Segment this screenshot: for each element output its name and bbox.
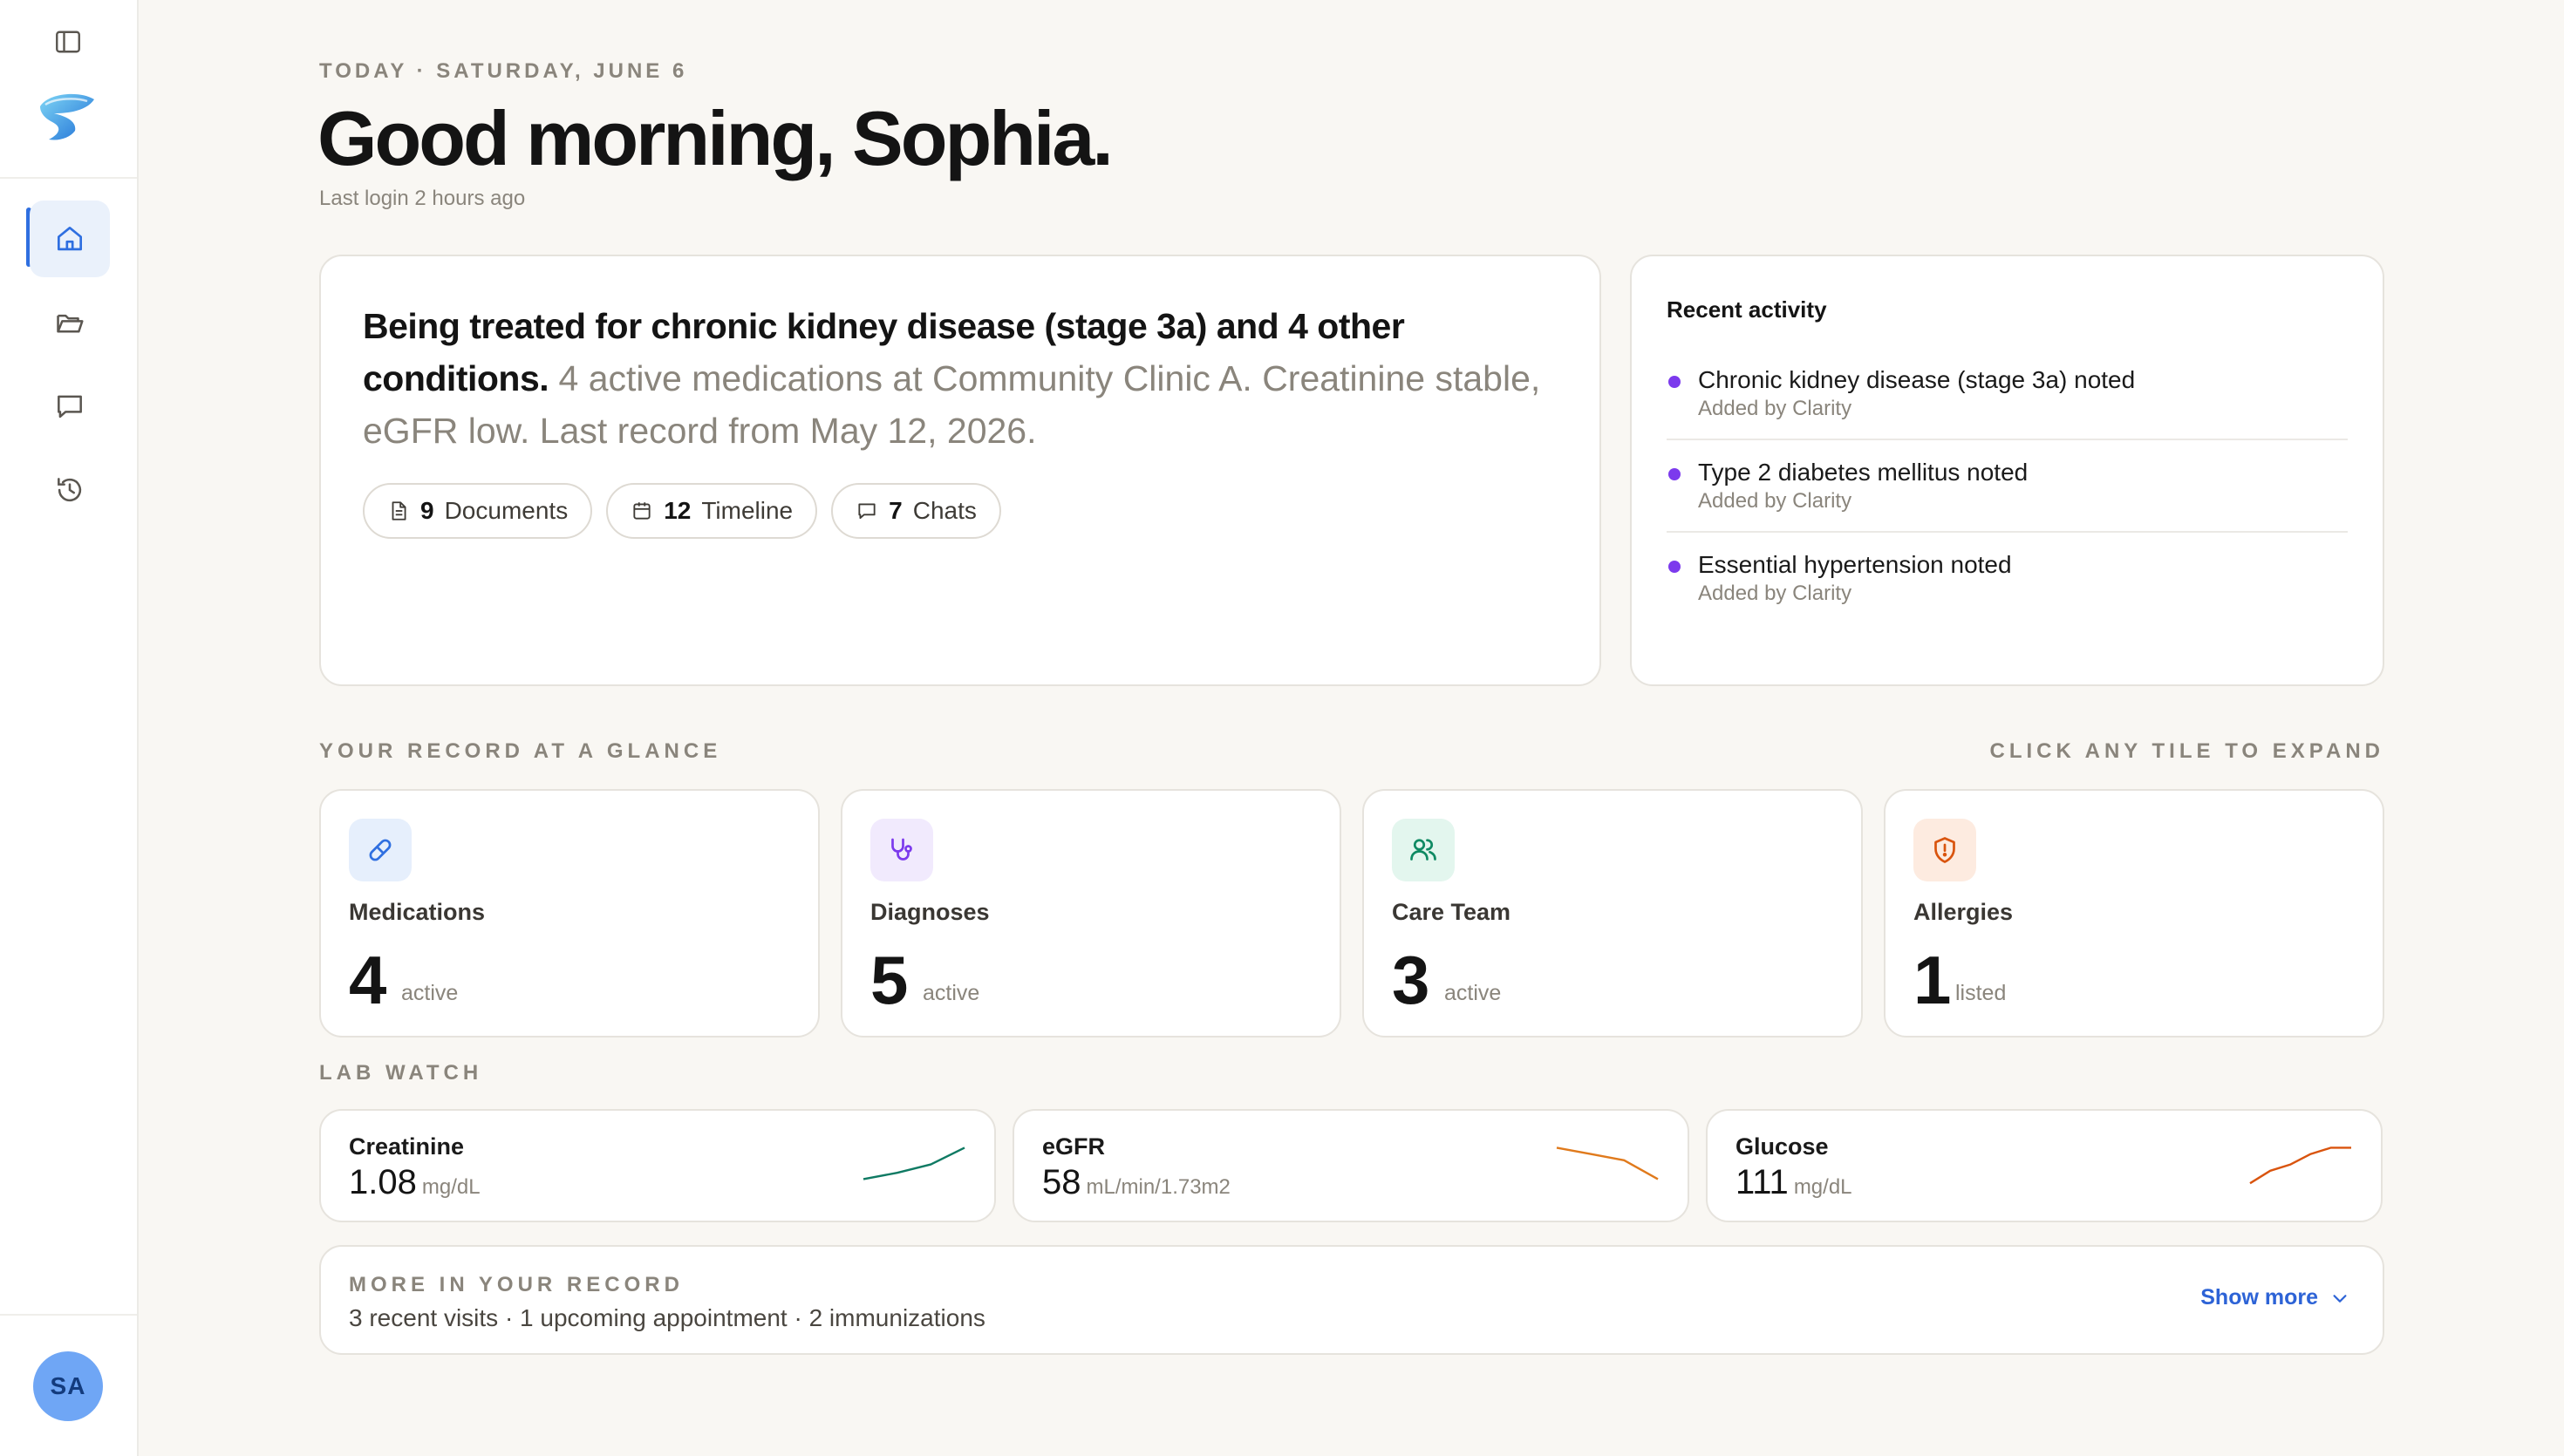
lab-value-number: 58: [1042, 1163, 1081, 1201]
tile-name: Diagnoses: [870, 899, 990, 925]
activity-item[interactable]: Type 2 diabetes mellitus noted Added by …: [1667, 440, 2348, 533]
tile-unit: listed: [1955, 981, 2007, 1005]
tile-allergies[interactable]: Allergies 1 listed: [1884, 789, 2384, 1038]
folder-icon: [57, 314, 84, 333]
tile-unit: active: [923, 981, 980, 1005]
lab-unit: mg/dL: [1793, 1175, 1852, 1199]
documents-label: Documents: [444, 497, 569, 524]
timeline-count: 12: [664, 497, 692, 524]
summary-card: Being treated for chronic kidney disease…: [319, 255, 1601, 686]
activity-title: Chronic kidney disease (stage 3a) noted: [1698, 366, 2136, 393]
summary-pills: 9 Documents 12 Timeline 7 Chats: [363, 483, 1001, 539]
lab-creatinine[interactable]: Creatinine 1.08 mg/dL: [319, 1109, 996, 1222]
trend-sparkline: [2249, 1146, 2351, 1185]
more-section-label: MORE IN YOUR RECORD: [349, 1273, 684, 1296]
lab-watch-label: LAB WATCH: [319, 1061, 483, 1085]
lab-unit: mL/min/1.73m2: [1086, 1175, 1231, 1199]
glance-hint: CLICK ANY TILE TO EXPAND: [1989, 739, 2384, 763]
chat-icon: [858, 503, 876, 520]
lab-name: Glucose: [1735, 1133, 1829, 1160]
trend-sparkline: [1556, 1146, 1659, 1180]
chats-label: Chats: [912, 497, 977, 524]
app-logo[interactable]: [37, 87, 98, 145]
glance-section-label: YOUR RECORD AT A GLANCE: [319, 739, 722, 763]
recent-activity-card: Recent activity Chronic kidney disease (…: [1630, 255, 2384, 686]
nav-history[interactable]: [30, 452, 110, 528]
tile-count: 3: [1392, 942, 1430, 1018]
sidebar-divider-bottom: [0, 1314, 137, 1316]
activity-item[interactable]: Essential hypertension noted Added by Cl…: [1667, 533, 2348, 623]
lab-value: 1.08 mg/dL: [349, 1163, 481, 1202]
activity-item[interactable]: Chronic kidney disease (stage 3a) noted …: [1667, 348, 2348, 440]
activity-source: Added by Clarity: [1698, 489, 1852, 513]
lab-egfr[interactable]: eGFR 58 mL/min/1.73m2: [1013, 1109, 1689, 1222]
activity-dot: [1668, 561, 1681, 573]
activity-source: Added by Clarity: [1698, 397, 1852, 420]
tile-unit: active: [401, 981, 459, 1005]
recent-activity-title: Recent activity: [1667, 296, 1827, 323]
stethoscope-icon: [870, 819, 933, 881]
nav-documents[interactable]: [30, 284, 110, 361]
lab-name: eGFR: [1042, 1133, 1106, 1160]
tile-unit: active: [1444, 981, 1502, 1005]
sparkline-path: [2249, 1146, 2351, 1185]
sidebar: SA: [0, 0, 139, 1456]
show-more-button[interactable]: Show more: [2200, 1285, 2349, 1310]
sidebar-divider: [0, 177, 137, 179]
shield-alert-icon: [1913, 819, 1976, 881]
avatar[interactable]: SA: [33, 1351, 103, 1421]
timeline-pill[interactable]: 12 Timeline: [606, 483, 818, 539]
chats-pill[interactable]: 7 Chats: [831, 483, 1001, 539]
lab-unit: mg/dL: [421, 1175, 481, 1199]
home-icon: [57, 226, 83, 251]
sparkline-path: [863, 1146, 965, 1180]
nav-chats[interactable]: [30, 368, 110, 445]
tile-count: 4: [349, 942, 387, 1018]
lab-value-number: 111: [1735, 1163, 1789, 1201]
documents-pill[interactable]: 9 Documents: [363, 483, 593, 539]
chat-icon: [58, 395, 82, 418]
sparkline-path: [1556, 1146, 1659, 1180]
activity-dot: [1668, 376, 1681, 388]
show-more-label: Show more: [2200, 1285, 2318, 1310]
activity-title: Type 2 diabetes mellitus noted: [1698, 459, 2029, 486]
tile-name: Medications: [349, 899, 486, 925]
tile-name: Allergies: [1913, 899, 2014, 925]
timeline-label: Timeline: [701, 497, 794, 524]
more-in-record-card: MORE IN YOUR RECORD 3 recent visits · 1 …: [319, 1245, 2384, 1355]
last-login-text: Last login 2 hours ago: [319, 187, 526, 210]
tile-diagnoses[interactable]: Diagnoses 5 active: [841, 789, 1341, 1038]
chevron-down-icon: [2333, 1294, 2347, 1303]
activity-dot: [1668, 468, 1681, 480]
chats-count: 7: [889, 497, 903, 524]
tile-name: Care Team: [1392, 899, 1511, 925]
lab-value-number: 1.08: [349, 1163, 417, 1201]
tile-count: 1: [1913, 942, 1952, 1018]
users-icon: [1392, 819, 1455, 881]
sidebar-toggle-icon[interactable]: [52, 26, 84, 58]
lab-value: 111 mg/dL: [1735, 1163, 1852, 1202]
history-icon: [58, 478, 82, 502]
tile-count: 5: [870, 942, 909, 1018]
more-summary-text: 3 recent visits · 1 upcoming appointment…: [349, 1304, 985, 1331]
summary-text: Being treated for chronic kidney disease…: [363, 300, 1549, 457]
calendar-icon: [633, 502, 651, 520]
lab-value: 58 mL/min/1.73m2: [1042, 1163, 1231, 1202]
activity-source: Added by Clarity: [1698, 582, 1852, 605]
activity-title: Essential hypertension noted: [1698, 551, 2012, 578]
nav-home[interactable]: [30, 201, 110, 277]
lab-name: Creatinine: [349, 1133, 465, 1160]
trend-sparkline: [863, 1146, 965, 1180]
document-icon: [392, 501, 406, 520]
tile-medications[interactable]: Medications 4 active: [319, 789, 820, 1038]
pill-icon: [349, 819, 412, 881]
tile-care-team[interactable]: Care Team 3 active: [1362, 789, 1863, 1038]
documents-count: 9: [420, 497, 434, 524]
lab-glucose[interactable]: Glucose 111 mg/dL: [1706, 1109, 2383, 1222]
date-line: TODAY · SATURDAY, JUNE 6: [319, 59, 688, 83]
page-title: Good morning, Sophia.: [317, 95, 1114, 181]
